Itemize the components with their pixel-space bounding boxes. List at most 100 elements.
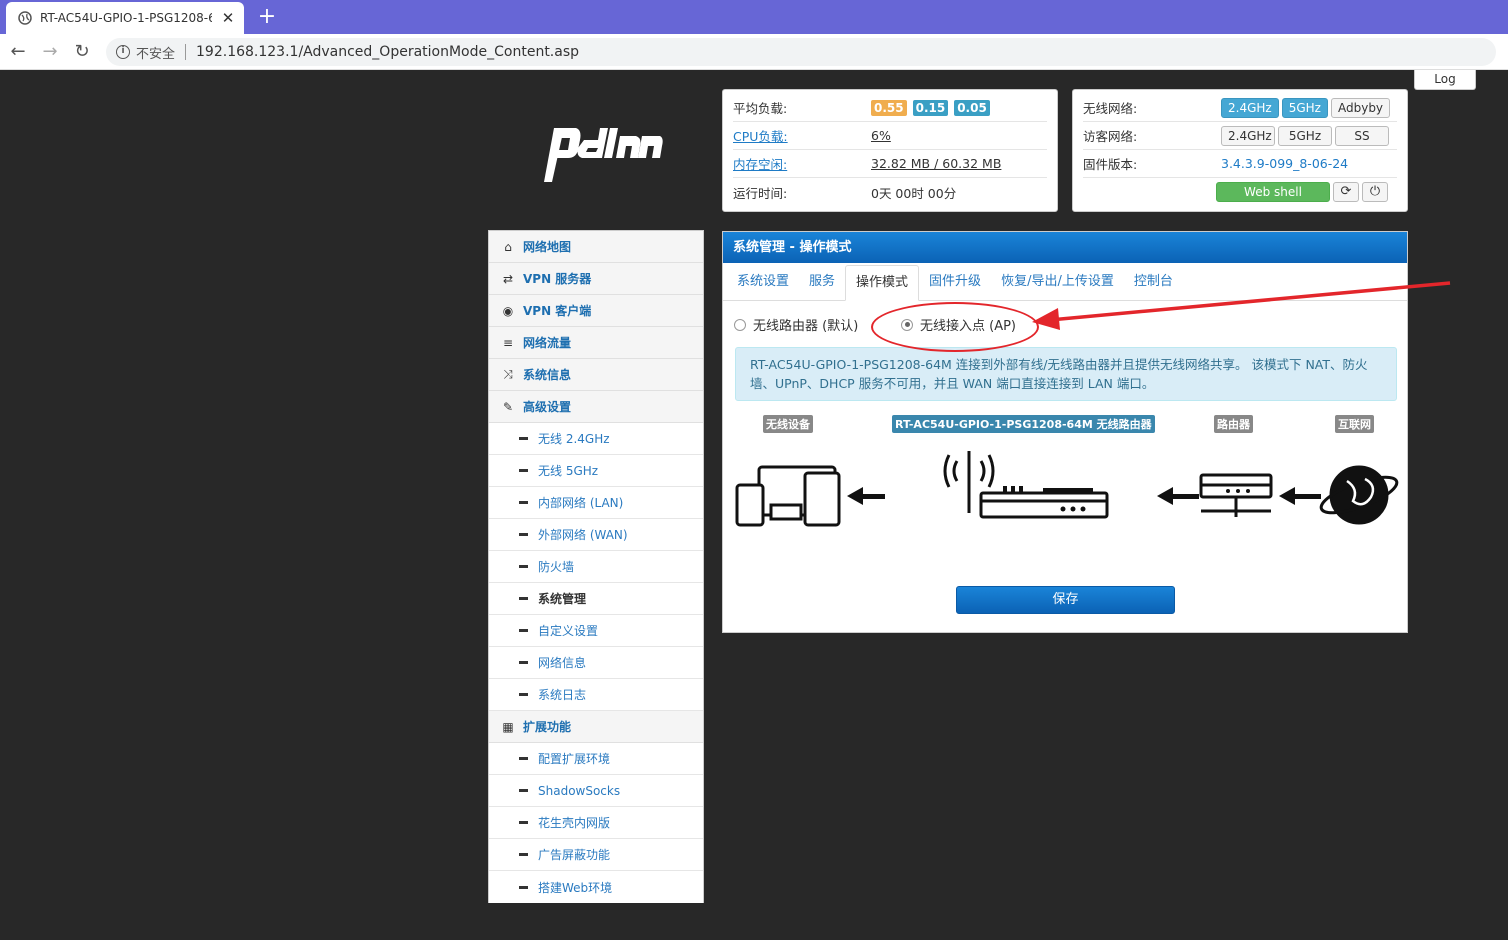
dash-icon bbox=[519, 501, 528, 504]
reboot-icon[interactable]: ⟳ bbox=[1333, 182, 1359, 202]
sidebar-sub-web-env[interactable]: 搭建Web环境 bbox=[489, 871, 703, 903]
tab-title: RT-AC54U-GPIO-1-PSG1208-6 bbox=[40, 11, 212, 25]
tab-console[interactable]: 控制台 bbox=[1124, 265, 1183, 300]
wifi-label: 无线网络: bbox=[1083, 101, 1138, 116]
sidebar-item-network-map[interactable]: ⌂ 网络地图 bbox=[489, 231, 703, 263]
modem-router-icon bbox=[1199, 473, 1273, 517]
url-text[interactable]: 192.168.123.1/Advanced_OperationMode_Con… bbox=[196, 44, 579, 60]
tab-firmware-upgrade[interactable]: 固件升级 bbox=[919, 265, 991, 300]
uptime-label: 运行时间: bbox=[733, 185, 788, 201]
browser-tab-strip: RT-AC54U-GPIO-1-PSG1208-6 ✕ + bbox=[0, 0, 1508, 34]
cpu-load-link[interactable]: CPU负载: bbox=[733, 126, 871, 145]
list-icon: ≡ bbox=[502, 335, 514, 350]
ss-button[interactable]: SS bbox=[1335, 125, 1389, 146]
dash-icon bbox=[519, 853, 528, 856]
tab-services[interactable]: 服务 bbox=[799, 265, 845, 300]
dash-icon bbox=[519, 885, 528, 889]
dash-icon bbox=[519, 597, 528, 600]
memory-value: 32.82 MB / 60.32 MB bbox=[871, 156, 1002, 171]
devices-icon bbox=[735, 465, 841, 527]
sidebar-item-traffic[interactable]: ≡ 网络流量 bbox=[489, 327, 703, 359]
reload-icon[interactable]: ↻ bbox=[68, 38, 96, 66]
dash-icon bbox=[519, 437, 528, 440]
panel-title: 系统管理 - 操作模式 bbox=[723, 232, 1407, 263]
guest-5g-button[interactable]: 5GHz bbox=[1278, 125, 1332, 146]
operation-mode-panel: 系统管理 - 操作模式 系统设置 服务 操作模式 固件升级 恢复/导出/上传设置… bbox=[722, 231, 1408, 633]
guest-2g-button[interactable]: 2.4GHz bbox=[1221, 125, 1275, 146]
settings-tabs: 系统设置 服务 操作模式 固件升级 恢复/导出/上传设置 控制台 bbox=[723, 265, 1407, 301]
adbyby-button[interactable]: Adbyby bbox=[1330, 97, 1391, 118]
dash-icon bbox=[519, 757, 528, 760]
sidebar-sub-adblock[interactable]: 广告屏蔽功能 bbox=[489, 839, 703, 871]
save-button[interactable]: 保存 bbox=[956, 586, 1175, 614]
home-icon: ⌂ bbox=[504, 239, 512, 254]
dash-icon bbox=[519, 533, 528, 536]
tab-close-icon[interactable]: ✕ bbox=[220, 9, 236, 27]
wrench-icon: ✎ bbox=[502, 399, 514, 414]
radio-button[interactable] bbox=[734, 318, 746, 331]
sidebar-sub-ext-env[interactable]: 配置扩展环境 bbox=[489, 743, 703, 775]
dash-icon bbox=[519, 469, 528, 472]
network-status-panel: 无线网络: 2.4GHz 5GHz Adbyby 访客网络: 2.4GHz 5GHz S… bbox=[1072, 89, 1408, 212]
sidebar-sub-shadowsocks[interactable]: ShadowSocks bbox=[489, 775, 703, 807]
load-1min-badge: 0.55 bbox=[871, 99, 907, 116]
sidebar-sub-firewall[interactable]: 防火墙 bbox=[489, 551, 703, 583]
load-label: 平均负载: bbox=[733, 101, 788, 116]
tab-restore-settings[interactable]: 恢复/导出/上传设置 bbox=[991, 265, 1124, 300]
new-tab-button[interactable]: + bbox=[256, 4, 278, 30]
info-icon[interactable]: i bbox=[116, 45, 130, 59]
power-icon[interactable]: ⏻ bbox=[1362, 182, 1388, 202]
sidebar-sub-administration[interactable]: 系统管理 bbox=[489, 583, 703, 615]
load-15min-badge: 0.05 bbox=[954, 99, 990, 116]
firmware-label: 固件版本: bbox=[1083, 157, 1138, 172]
mode-options: 无线路由器 (默认) 无线接入点 (AP) bbox=[723, 301, 1407, 352]
guest-label: 访客网络: bbox=[1083, 129, 1138, 144]
web-shell-button[interactable]: Web shell bbox=[1216, 182, 1330, 202]
dash-icon bbox=[519, 789, 528, 792]
tab-operation-mode[interactable]: 操作模式 bbox=[845, 265, 920, 301]
network-diagram: 无线设备 RT-AC54U-GPIO-1-PSG1208-64M 无线路由器 路… bbox=[723, 401, 1407, 561]
firmware-version-link[interactable]: 3.4.3.9-099_8-06-24 bbox=[1221, 156, 1348, 171]
log-button[interactable]: Log bbox=[1414, 70, 1476, 90]
sidebar-item-system-info[interactable]: ⤨ 系统信息 bbox=[489, 359, 703, 391]
cpu-value: 6% bbox=[871, 128, 891, 143]
dash-icon bbox=[519, 629, 528, 632]
sidebar-sub-netinfo[interactable]: 网络信息 bbox=[489, 647, 703, 679]
url-field[interactable]: i 不安全 192.168.123.1/Advanced_OperationMo… bbox=[106, 38, 1496, 66]
forward-icon[interactable]: → bbox=[36, 38, 64, 66]
dash-icon bbox=[519, 693, 528, 696]
sidebar-sub-lan[interactable]: 内部网络 (LAN) bbox=[489, 487, 703, 519]
wifi-2g-button[interactable]: 2.4GHz bbox=[1221, 97, 1279, 118]
memory-link[interactable]: 内存空闲: bbox=[733, 154, 871, 173]
shuffle-icon: ⤨ bbox=[503, 367, 513, 381]
tab-system-settings[interactable]: 系统设置 bbox=[727, 265, 799, 300]
sidebar-item-vpn-client[interactable]: ◉ VPN 客户端 bbox=[489, 295, 703, 327]
sidebar-sub-wifi-2g[interactable]: 无线 2.4GHz bbox=[489, 423, 703, 455]
load-5min-badge: 0.15 bbox=[912, 99, 949, 116]
radio-button-selected[interactable] bbox=[901, 318, 913, 331]
sidebar-item-vpn-server[interactable]: ⇄ VPN 服务器 bbox=[489, 263, 703, 295]
radio-ap-mode[interactable]: 无线接入点 (AP) bbox=[901, 315, 1016, 334]
internet-globe-icon bbox=[1319, 465, 1399, 525]
sidebar-sub-syslog[interactable]: 系统日志 bbox=[489, 679, 703, 711]
back-icon[interactable]: ← bbox=[4, 38, 32, 66]
sidebar-menu: ⌂ 网络地图 ⇄ VPN 服务器 ◉ VPN 客户端 ≡ 网络流量 ⤨ 系统信息 ✎ 高级设… bbox=[488, 230, 704, 903]
sidebar-sub-wifi-5g[interactable]: 无线 5GHz bbox=[489, 455, 703, 487]
browser-tab[interactable]: RT-AC54U-GPIO-1-PSG1208-6 ✕ bbox=[6, 2, 244, 34]
insecure-label: 不安全 bbox=[136, 46, 176, 62]
wifi-5g-button[interactable]: 5GHz bbox=[1281, 97, 1328, 118]
retweet-icon: ⇄ bbox=[502, 271, 514, 286]
sidebar-sub-custom[interactable]: 自定义设置 bbox=[489, 615, 703, 647]
sidebar-item-advanced[interactable]: ✎ 高级设置 bbox=[489, 391, 703, 423]
sidebar-item-extensions[interactable]: ▦ 扩展功能 bbox=[489, 711, 703, 743]
dash-icon bbox=[519, 565, 528, 568]
padavan-logo-icon bbox=[544, 128, 663, 182]
topology-graphic bbox=[735, 451, 1399, 527]
globe-icon bbox=[18, 11, 32, 25]
sidebar-sub-wan[interactable]: 外部网络 (WAN) bbox=[489, 519, 703, 551]
dash-icon bbox=[519, 821, 528, 824]
sidebar-sub-oray[interactable]: 花生壳内网版 bbox=[489, 807, 703, 839]
address-bar: ← → ↻ i 不安全 192.168.123.1/Advanced_Opera… bbox=[0, 34, 1508, 70]
radio-router-mode[interactable]: 无线路由器 (默认) bbox=[734, 315, 858, 334]
uptime-value: 0天 00时 00分 bbox=[871, 185, 957, 201]
